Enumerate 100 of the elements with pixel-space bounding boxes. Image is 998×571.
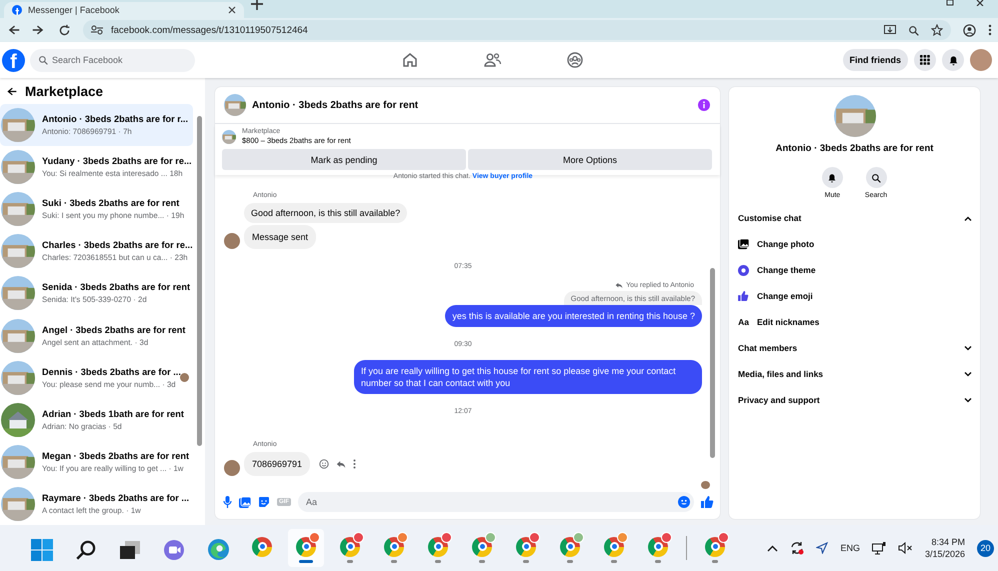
- chrome-icon[interactable]: [648, 536, 668, 556]
- reply-icon: [615, 282, 624, 289]
- search-field[interactable]: Search Facebook: [30, 48, 195, 72]
- groups-icon[interactable]: [567, 52, 583, 68]
- find-friends-button[interactable]: Find friends: [842, 49, 908, 71]
- conversation-title: Antonio · 3beds 2baths are for rent: [776, 143, 934, 154]
- menu-item[interactable]: Change emoji: [738, 283, 972, 309]
- location-icon[interactable]: [816, 542, 828, 554]
- theme-icon: [738, 264, 749, 276]
- chrome-icon[interactable]: [516, 536, 536, 556]
- message-bubble: 7086969791: [244, 452, 310, 476]
- house-photo: [834, 95, 876, 137]
- chrome-icon[interactable]: [705, 536, 725, 556]
- message-bubble: Message sent: [244, 225, 316, 249]
- new-tab-icon[interactable]: [250, 0, 264, 10]
- profile-avatar[interactable]: [970, 49, 992, 71]
- close-icon[interactable]: [976, 0, 984, 6]
- clock-date[interactable]: 3/15/2026: [924, 549, 965, 559]
- scrollbar[interactable]: [197, 116, 202, 446]
- chat-title: Antonio · 3beds 2baths are for rent: [252, 100, 418, 110]
- windows-icon[interactable]: [31, 538, 53, 560]
- chrome-icon[interactable]: [340, 536, 360, 556]
- notification-badge[interactable]: 20: [977, 540, 994, 556]
- house-photo: [1, 276, 35, 310]
- edge-icon[interactable]: [208, 539, 228, 560]
- chevron-up-icon[interactable]: [767, 544, 778, 552]
- video-chat-icon[interactable]: [164, 540, 184, 560]
- reload-icon[interactable]: [58, 24, 71, 36]
- restore-icon[interactable]: [946, 0, 954, 6]
- star-icon[interactable]: [931, 24, 943, 36]
- search-icon[interactable]: [76, 540, 96, 560]
- scrollbar[interactable]: [710, 268, 715, 458]
- info-icon[interactable]: [698, 99, 710, 111]
- sticker-icon[interactable]: [258, 496, 270, 508]
- menu-button[interactable]: [914, 49, 936, 71]
- chrome-icon[interactable]: [296, 536, 316, 556]
- chrome-icon[interactable]: [560, 536, 580, 556]
- section-header[interactable]: Chat members: [738, 335, 972, 361]
- house-photo: [1, 150, 35, 184]
- image-icon: [738, 238, 749, 250]
- house-photo: [1, 234, 35, 268]
- notifications-button[interactable]: [942, 49, 964, 71]
- install-icon[interactable]: [884, 24, 896, 36]
- bell-icon: [948, 54, 958, 66]
- speaker-muted-icon[interactable]: [898, 542, 913, 554]
- menu-item[interactable]: Change theme: [738, 257, 972, 283]
- chevron-icon: [964, 216, 972, 220]
- home-icon[interactable]: [402, 52, 418, 68]
- more-icon[interactable]: [353, 459, 356, 469]
- chevron-icon: [964, 372, 972, 376]
- house-photo: [1, 486, 35, 521]
- sync-icon[interactable]: [790, 541, 804, 555]
- menu-item[interactable]: Aa Edit nicknames: [738, 309, 972, 335]
- facebook-icon: [12, 5, 22, 15]
- house-photo: [1, 402, 35, 437]
- browser-tab[interactable]: Messenger | Facebook: [4, 2, 244, 18]
- like-icon: [738, 291, 749, 301]
- emoji-icon[interactable]: [319, 459, 330, 469]
- back-icon[interactable]: [6, 23, 20, 37]
- language-indicator[interactable]: ENG: [840, 543, 860, 553]
- menu-item[interactable]: Change photo: [738, 231, 972, 257]
- section-header[interactable]: Privacy and support: [738, 387, 972, 413]
- chevron-icon: [964, 346, 972, 350]
- network-icon[interactable]: [872, 542, 886, 554]
- clock-time[interactable]: 8:34 PM: [931, 537, 965, 547]
- reply-icon[interactable]: [336, 460, 346, 468]
- friends-icon[interactable]: [484, 52, 501, 68]
- chevron-icon: [964, 398, 972, 402]
- close-icon[interactable]: [228, 6, 236, 14]
- microphone-icon[interactable]: [223, 496, 232, 508]
- chrome-icon[interactable]: [604, 536, 624, 556]
- message-bubble: If you are really willing to get this house for rent so please give me your contact number so that I can contact with you: [354, 360, 702, 394]
- zoom-icon[interactable]: [908, 24, 919, 36]
- house-photo: [1, 444, 35, 479]
- chrome-icon[interactable]: [252, 536, 272, 556]
- profile-icon[interactable]: [963, 24, 976, 36]
- image-icon[interactable]: [239, 496, 251, 508]
- chrome-icon[interactable]: [472, 536, 492, 556]
- action-button[interactable]: Mark as pending: [222, 149, 466, 170]
- section-header[interactable]: Media, files and links: [738, 361, 972, 387]
- address-bar[interactable]: facebook.com/messages/t/1310119507512464: [83, 20, 951, 40]
- seen-avatar: [701, 481, 710, 489]
- section-header[interactable]: Customise chat: [738, 205, 972, 231]
- chrome-icon[interactable]: [384, 536, 404, 556]
- action-button[interactable]: More Options: [468, 149, 712, 170]
- house-photo: [1, 192, 35, 226]
- task-view-icon[interactable]: [120, 540, 140, 558]
- menu-icon[interactable]: [988, 24, 992, 36]
- house-photo: [222, 130, 236, 144]
- house-photo: [1, 318, 35, 353]
- message-bubble: Good afternoon, is this still available?: [244, 203, 408, 223]
- message-bubble: yes this is available are you interested in renting this house ?: [445, 305, 702, 327]
- like-icon[interactable]: [701, 496, 714, 508]
- site-settings-icon[interactable]: [91, 25, 103, 35]
- forward-icon[interactable]: [32, 23, 46, 37]
- facebook-logo[interactable]: f: [2, 48, 25, 72]
- emoji-icon[interactable]: [678, 496, 690, 508]
- message-field[interactable]: Aa: [298, 492, 694, 512]
- back-arrow-icon[interactable]: [5, 86, 17, 96]
- chrome-icon[interactable]: [428, 536, 448, 556]
